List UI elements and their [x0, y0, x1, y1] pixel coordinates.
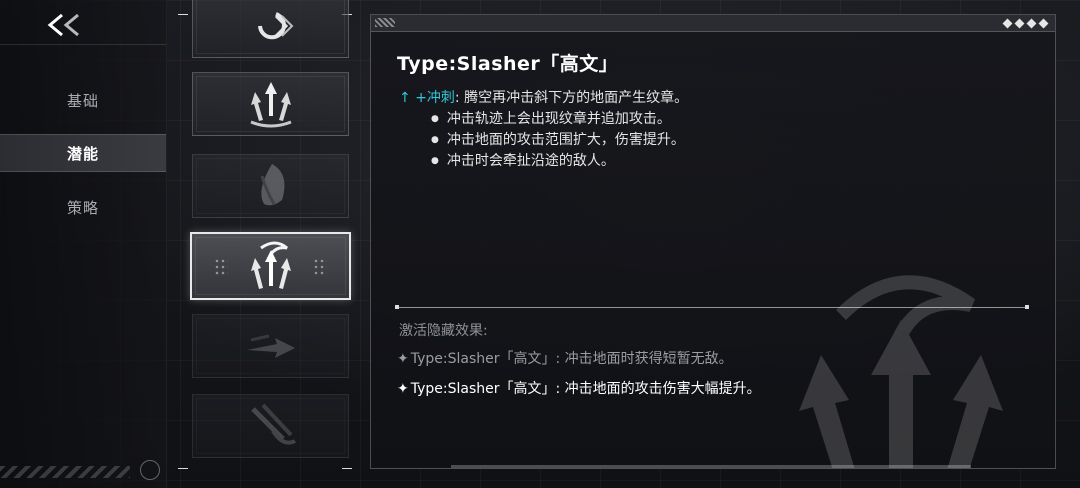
corner-mark [178, 468, 188, 469]
hidden-effect-text: Type:Slasher「高文」: 冲击地面的攻击伤害大幅提升。 [410, 381, 761, 397]
sidebar-item-label: 策略 [66, 198, 99, 217]
potential-screen: 基础 潜能 策略 Type:Slasher「高文」 ↑ +冲刺: 腾空再冲击斜下… [0, 0, 1080, 488]
dash-arrow-icon [246, 334, 295, 358]
sidebar-item-strategy[interactable]: 策略 [0, 189, 166, 225]
hidden-effect-label: 激活隐藏效果: [399, 323, 488, 339]
list-item: 冲击时会牵扯沿途的敌人。 [431, 151, 685, 172]
hidden-effect-inactive: ✦ Type:Slasher「高文」: 冲击地面时获得短暂无敌。 [397, 348, 733, 368]
sidebar-item-basic[interactable]: 基础 [0, 82, 166, 118]
potential-slot-1[interactable] [192, 0, 349, 58]
triple-arrow-icon [249, 82, 292, 128]
skill-description: ↑ +冲刺: 腾空再冲击斜下方的地面产生纹章。 [399, 87, 688, 107]
header-diamonds [1002, 17, 1049, 29]
sidebar-item-label: 潜能 [66, 144, 99, 163]
section-divider [395, 305, 1029, 309]
diamond-icon [1014, 18, 1025, 29]
double-chevron-left-icon [47, 13, 79, 37]
potential-slot-4[interactable] [190, 232, 351, 300]
corner-mark [342, 468, 352, 469]
diamond-icon [1038, 18, 1049, 29]
potential-list [178, 0, 352, 469]
crossed-blades-icon [250, 403, 296, 445]
back-button[interactable] [36, 6, 96, 44]
skill-text: : 腾空再冲击斜下方的地面产生纹章。 [454, 90, 689, 106]
diamond-icon [1002, 18, 1013, 29]
sidebar-item-label: 基础 [66, 91, 99, 110]
corner-mark [178, 14, 188, 15]
skill-bullet-list: 冲击轨迹上会出现纹章并追加攻击。 冲击地面的攻击范围扩大，伤害提升。 冲击时会牵… [431, 109, 685, 172]
potential-slot-6[interactable] [192, 394, 349, 458]
up-arrow-icon: ↑ [399, 90, 411, 106]
potential-slot-5[interactable] [192, 314, 349, 378]
feather-shield-icon [260, 164, 284, 206]
potential-detail-panel: Type:Slasher「高文」 ↑ +冲刺: 腾空再冲击斜下方的地面产生纹章。… [370, 14, 1056, 469]
list-item: 冲击轨迹上会出现纹章并追加攻击。 [431, 109, 685, 130]
list-item: 冲击地面的攻击范围扩大，伤害提升。 [431, 130, 685, 151]
hidden-effect-text: Type:Slasher「高文」: 冲击地面时获得短暂无敌。 [410, 351, 733, 367]
panel-bottom-bar [451, 465, 971, 468]
hidden-effect-active: ✦ Type:Slasher「高文」: 冲击地面的攻击伤害大幅提升。 [397, 378, 761, 398]
slot-dots [313, 258, 327, 276]
slot-dots [214, 258, 228, 276]
lock-icon [140, 460, 160, 480]
potential-slot-2[interactable] [192, 72, 349, 136]
star-icon: ✦ [397, 381, 409, 397]
sidebar-divider [0, 44, 166, 45]
skill-name: +冲刺 [415, 90, 455, 106]
potential-title: Type:Slasher「高文」 [397, 53, 619, 75]
panel-header [371, 15, 1055, 32]
flame-arrows-icon [250, 241, 291, 289]
decorative-stripes [0, 466, 130, 478]
sidebar: 基础 潜能 策略 [0, 0, 167, 488]
flame-arrows-watermark-icon [799, 275, 1003, 468]
potential-slot-3[interactable] [192, 154, 349, 218]
diamond-icon [1026, 18, 1037, 29]
sidebar-item-potential[interactable]: 潜能 [0, 134, 166, 172]
claw-ring-icon [257, 12, 293, 40]
header-hatch [375, 18, 395, 27]
star-icon: ✦ [397, 351, 409, 367]
